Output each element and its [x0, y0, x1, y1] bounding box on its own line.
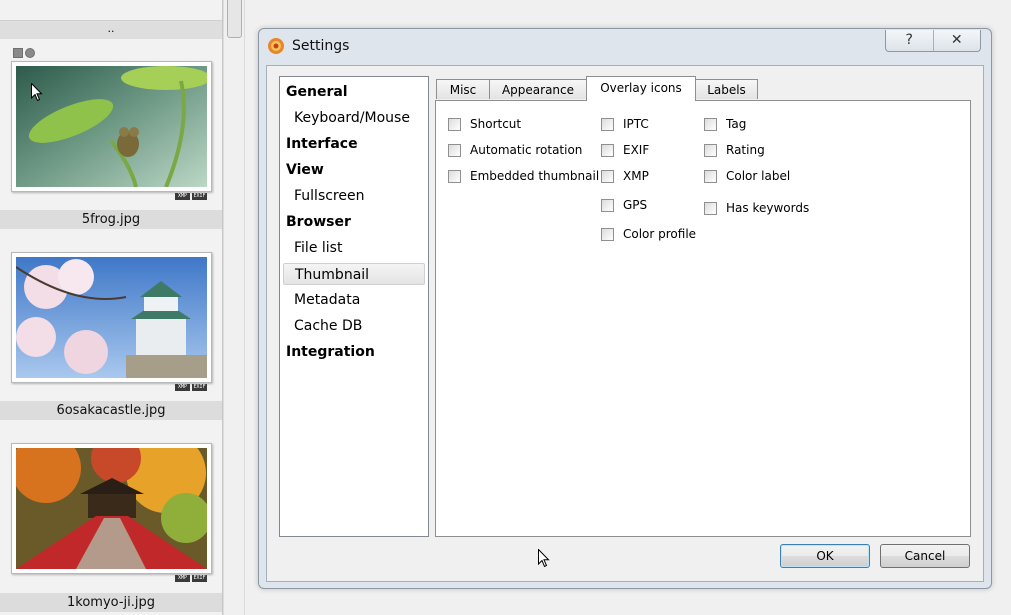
- category-file-list[interactable]: File list: [283, 237, 425, 259]
- checkbox-box[interactable]: [601, 227, 614, 241]
- exif-badge: EXIF: [192, 384, 207, 391]
- category-browser[interactable]: Browser: [283, 211, 425, 233]
- shortcut-checkbox[interactable]: Shortcut: [448, 116, 521, 132]
- mouse-cursor-icon: [538, 549, 550, 568]
- settings-dialog: Settings ? ✕ General Keyboard/Mouse Inte…: [258, 28, 992, 589]
- app-logo-icon: [268, 38, 284, 54]
- checkbox-box[interactable]: [704, 201, 717, 215]
- checkbox-box[interactable]: [601, 117, 614, 131]
- rating-checkbox[interactable]: Rating: [704, 142, 765, 158]
- xmp-badge: XMP: [175, 193, 190, 200]
- metadata-badges: XMP EXIF: [175, 384, 207, 391]
- gps-checkbox[interactable]: GPS: [601, 197, 647, 213]
- checkbox-box[interactable]: [448, 169, 461, 183]
- checkbox-box[interactable]: [601, 169, 614, 183]
- category-integration[interactable]: Integration: [283, 341, 425, 363]
- embedded-thumbnail-checkbox[interactable]: Embedded thumbnail: [448, 168, 599, 184]
- checkbox-box[interactable]: [448, 143, 461, 157]
- temple-photo: [16, 448, 207, 569]
- exif-badge: EXIF: [192, 193, 207, 200]
- checkbox-label: Color label: [726, 169, 791, 183]
- category-general[interactable]: General: [283, 81, 425, 103]
- overlay-icons-panel: Shortcut Automatic rotation Embedded thu…: [435, 100, 971, 568]
- tab-misc[interactable]: Misc: [436, 79, 490, 99]
- checkbox-box[interactable]: [704, 117, 717, 131]
- file-name[interactable]: 1komyo-ji.jpg: [0, 593, 222, 612]
- exif-badge: EXIF: [192, 575, 207, 582]
- checkbox-box[interactable]: [704, 143, 717, 157]
- tab-labels[interactable]: Labels: [695, 79, 758, 99]
- metadata-badges: XMP EXIF: [175, 193, 207, 200]
- checkbox-label: EXIF: [623, 143, 650, 157]
- thumbnail-scrollbar[interactable]: [223, 0, 245, 615]
- checkbox-label: GPS: [623, 198, 648, 212]
- category-cache-db[interactable]: Cache DB: [283, 315, 425, 337]
- checkbox-label: XMP: [623, 169, 649, 183]
- category-view[interactable]: View: [283, 159, 425, 181]
- checkbox-box[interactable]: [448, 117, 461, 131]
- checkbox-label: Automatic rotation: [470, 143, 583, 157]
- checkbox-label: Color profile: [623, 227, 697, 241]
- xmp-badge: XMP: [175, 575, 190, 582]
- file-name[interactable]: 6osakacastle.jpg: [0, 401, 222, 420]
- titlebar-buttons: ? ✕: [885, 30, 981, 52]
- settings-tabs: Misc Appearance Overlay icons Labels: [436, 76, 976, 101]
- checkbox-box[interactable]: [601, 198, 614, 212]
- xmp-badge: XMP: [175, 384, 190, 391]
- cancel-button[interactable]: Cancel: [880, 544, 970, 568]
- iptc-checkbox[interactable]: IPTC: [601, 116, 649, 132]
- parent-directory-label: ..: [107, 22, 115, 35]
- scrollbar-thumb[interactable]: [227, 0, 242, 38]
- parent-directory-item[interactable]: ..: [0, 20, 222, 39]
- checkbox-label: Has keywords: [726, 201, 810, 215]
- checkbox-box[interactable]: [704, 169, 717, 183]
- ok-button[interactable]: OK: [780, 544, 870, 568]
- checkbox-label: Shortcut: [470, 117, 522, 131]
- thumbnail-1komyo-ji[interactable]: [11, 443, 212, 574]
- color-profile-checkbox[interactable]: Color profile: [601, 226, 696, 242]
- category-metadata[interactable]: Metadata: [283, 289, 425, 311]
- category-fullscreen[interactable]: Fullscreen: [283, 185, 425, 207]
- checkbox-label: IPTC: [623, 117, 649, 131]
- automatic-rotation-checkbox[interactable]: Automatic rotation: [448, 142, 582, 158]
- checkbox-label: Embedded thumbnail: [470, 169, 600, 183]
- thumbnail-5frog[interactable]: [11, 61, 212, 192]
- checkbox-box[interactable]: [601, 143, 614, 157]
- settings-category-list: General Keyboard/Mouse Interface View Fu…: [279, 76, 429, 537]
- category-keyboard-mouse[interactable]: Keyboard/Mouse: [283, 107, 425, 129]
- category-thumbnail[interactable]: Thumbnail: [283, 263, 425, 285]
- metadata-badges: XMP EXIF: [175, 575, 207, 582]
- file-name[interactable]: 5frog.jpg: [0, 210, 222, 229]
- help-button[interactable]: ?: [886, 30, 934, 51]
- frog-photo: [16, 66, 207, 187]
- exif-checkbox[interactable]: EXIF: [601, 142, 649, 158]
- category-interface[interactable]: Interface: [283, 133, 425, 155]
- color-label-checkbox[interactable]: Color label: [704, 168, 790, 184]
- tag-checkbox[interactable]: Tag: [704, 116, 746, 132]
- square-view-icon[interactable]: [13, 48, 23, 58]
- dialog-title: Settings: [292, 38, 350, 54]
- checkbox-label: Rating: [726, 143, 765, 157]
- thumbnail-browser: .. XMP EXIF 5frog.jpg XMP EXIF 6osakacas…: [0, 0, 223, 615]
- dialog-body: General Keyboard/Mouse Interface View Fu…: [266, 65, 984, 582]
- dialog-titlebar[interactable]: Settings ? ✕: [259, 29, 991, 63]
- xmp-checkbox[interactable]: XMP: [601, 168, 649, 184]
- mouse-cursor-icon: [31, 83, 43, 102]
- close-button[interactable]: ✕: [934, 30, 981, 51]
- circle-view-icon[interactable]: [25, 48, 35, 58]
- checkbox-label: Tag: [726, 117, 747, 131]
- tab-overlay-icons[interactable]: Overlay icons: [586, 76, 696, 101]
- tab-appearance[interactable]: Appearance: [489, 79, 587, 99]
- castle-photo: [16, 257, 207, 378]
- has-keywords-checkbox[interactable]: Has keywords: [704, 200, 809, 216]
- thumbnail-6osakacastle[interactable]: [11, 252, 212, 383]
